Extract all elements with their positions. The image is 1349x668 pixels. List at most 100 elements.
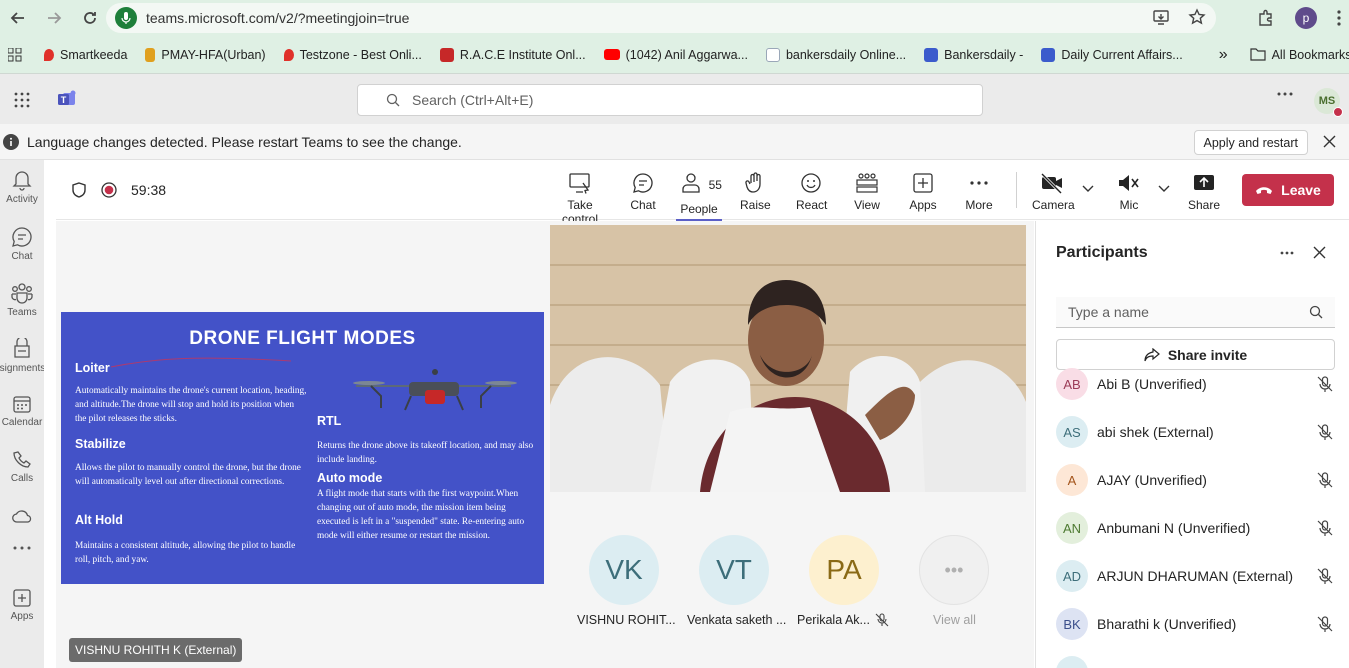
teams-search-input[interactable]: Search (Ctrl+Alt+E): [357, 84, 983, 116]
rail-label: Apps: [10, 611, 34, 622]
bookmark-current-affairs[interactable]: Daily Current Affairs...: [1041, 47, 1183, 62]
participant-row[interactable]: AS abi shek (External): [1056, 408, 1335, 456]
bookmark-race[interactable]: R.A.C.E Institute Onl...: [439, 47, 586, 62]
chat-icon: [633, 173, 653, 193]
share-button[interactable]: Share: [1188, 172, 1220, 212]
status-dot: [1333, 107, 1343, 117]
bookmark-label: Smartkeeda: [60, 47, 128, 62]
view-button[interactable]: View: [852, 172, 882, 212]
view-all-tile[interactable]: •••: [918, 535, 990, 605]
slide-heading: Alt Hold: [75, 513, 123, 527]
drone-illustration: [353, 369, 517, 411]
tile-name: VISHNU ROHIT...: [577, 613, 676, 627]
rail-item-apps[interactable]: Apps: [0, 588, 44, 622]
apply-and-restart-button[interactable]: Apply and restart: [1193, 130, 1308, 155]
participant-search-input[interactable]: Type a name: [1056, 297, 1335, 328]
phone-icon: [13, 451, 31, 468]
participant-row[interactable]: AB Abi B (Unverified): [1056, 360, 1335, 408]
slide-body: Maintains a consistent altitude, allowin…: [75, 541, 296, 565]
hang-up-icon: [1256, 187, 1273, 194]
info-icon: [3, 133, 19, 150]
participant-name: Abi B (Unverified): [1097, 376, 1207, 392]
participant-tile-pa[interactable]: PA: [808, 535, 880, 605]
tool-label: Chat: [630, 198, 656, 212]
bookmark-label: PMAY-HFA(Urban): [161, 47, 266, 62]
avatar: BK: [1056, 608, 1088, 640]
view-all-label[interactable]: View all: [933, 613, 976, 627]
rail-more-apps-icon[interactable]: [0, 546, 44, 553]
participant-row[interactable]: BK Bharathi k (Unverified): [1056, 600, 1335, 648]
smile-icon: [801, 173, 821, 193]
close-icon[interactable]: [1323, 135, 1336, 148]
panel-title: Participants: [1056, 244, 1148, 261]
participant-row[interactable]: A AJAY (Unverified): [1056, 456, 1335, 504]
people-button[interactable]: 55 People: [676, 172, 722, 221]
bookmark-pmay[interactable]: PMAY-HFA(Urban): [145, 47, 266, 62]
more-options-icon[interactable]: [1277, 92, 1293, 96]
close-panel-icon[interactable]: [1313, 246, 1326, 259]
participant-row[interactable]: AD ARJUN DHARUMAN (External): [1056, 552, 1335, 600]
camera-button[interactable]: Camera: [1032, 172, 1075, 212]
participant-tile-vk[interactable]: VK: [588, 535, 660, 605]
toolbar-divider: [1016, 172, 1017, 208]
apps-grid-icon[interactable]: [8, 47, 22, 62]
all-bookmarks[interactable]: All Bookmarks: [1249, 48, 1349, 62]
tool-label: Share: [1188, 198, 1221, 212]
pin-icon: [283, 48, 294, 61]
bookmark-bankersdaily[interactable]: Bankersdaily -: [924, 47, 1023, 62]
participant-row-partial[interactable]: [1056, 648, 1335, 668]
mic-off-icon: [1317, 520, 1333, 536]
chat-button[interactable]: Chat: [629, 172, 657, 212]
slide-heading: Auto mode: [317, 471, 383, 485]
user-avatar[interactable]: MS: [1314, 88, 1343, 117]
take-control-button[interactable]: Take control: [551, 172, 609, 226]
mic-button[interactable]: Mic: [1114, 172, 1144, 212]
presenter-video[interactable]: [550, 225, 1026, 492]
bookmark-youtube[interactable]: (1042) Anil Aggarwa...: [603, 47, 748, 62]
bookmark-bankersdaily-online[interactable]: bankersdaily Online...: [765, 47, 906, 62]
rail-item-teams[interactable]: Teams: [0, 282, 44, 318]
participant-tile-vt[interactable]: VT: [698, 535, 770, 605]
react-button[interactable]: React: [796, 172, 827, 212]
participant-name: Anbumani N (Unverified): [1097, 520, 1251, 536]
install-app-icon[interactable]: [1152, 8, 1170, 26]
rail-item-assignments[interactable]: Assignments: [0, 338, 44, 374]
meeting-toolbar: 59:38 Take control Chat 55 People Raise …: [56, 160, 1349, 226]
extensions-icon[interactable]: [1257, 9, 1275, 27]
camera-off-icon: [1040, 172, 1063, 194]
mic-off-icon: [1317, 376, 1333, 392]
search-placeholder: Type a name: [1068, 304, 1149, 320]
star-icon[interactable]: [1188, 8, 1206, 26]
back-icon[interactable]: [0, 0, 36, 36]
camera-options-chevron-icon[interactable]: [1082, 185, 1094, 193]
tile-name: Venkata saketh ...: [687, 613, 787, 627]
leave-button[interactable]: Leave: [1242, 174, 1334, 206]
apps-button[interactable]: Apps: [908, 172, 938, 212]
more-button[interactable]: More: [963, 172, 995, 212]
chevron-double-right-icon[interactable]: »: [1219, 46, 1228, 64]
rail-item-calendar[interactable]: Calendar: [0, 394, 44, 428]
bookmark-label: (1042) Anil Aggarwa...: [625, 47, 748, 62]
take-control-icon: [569, 173, 590, 194]
kebab-menu-icon[interactable]: [1337, 10, 1341, 26]
panel-more-icon[interactable]: [1280, 251, 1294, 255]
participant-row[interactable]: AN Anbumani N (Unverified): [1056, 504, 1335, 552]
address-bar[interactable]: teams.microsoft.com/v2/?meetingjoin=true: [106, 3, 1216, 33]
bookmark-testzone[interactable]: Testzone - Best Onli...: [283, 48, 422, 62]
rail-label: Calls: [10, 473, 34, 484]
rail-item-onedrive[interactable]: [0, 508, 44, 527]
bookmark-smartkeeda[interactable]: Smartkeeda: [44, 48, 127, 62]
rail-item-activity[interactable]: Activity: [0, 169, 44, 205]
shield-icon[interactable]: [72, 182, 86, 198]
folder-icon: [1249, 48, 1266, 61]
mic-options-chevron-icon[interactable]: [1158, 185, 1170, 193]
reload-icon[interactable]: [72, 0, 108, 36]
forward-icon[interactable]: [36, 0, 72, 36]
raise-hand-button[interactable]: Raise: [740, 172, 771, 212]
browser-toolbar: teams.microsoft.com/v2/?meetingjoin=true…: [0, 0, 1349, 36]
microphone-icon[interactable]: [115, 7, 137, 29]
rail-item-calls[interactable]: Calls: [0, 450, 44, 484]
app-launcher-icon[interactable]: [14, 92, 30, 108]
rail-item-chat[interactable]: Chat: [0, 226, 44, 262]
profile-avatar[interactable]: p: [1295, 7, 1317, 29]
